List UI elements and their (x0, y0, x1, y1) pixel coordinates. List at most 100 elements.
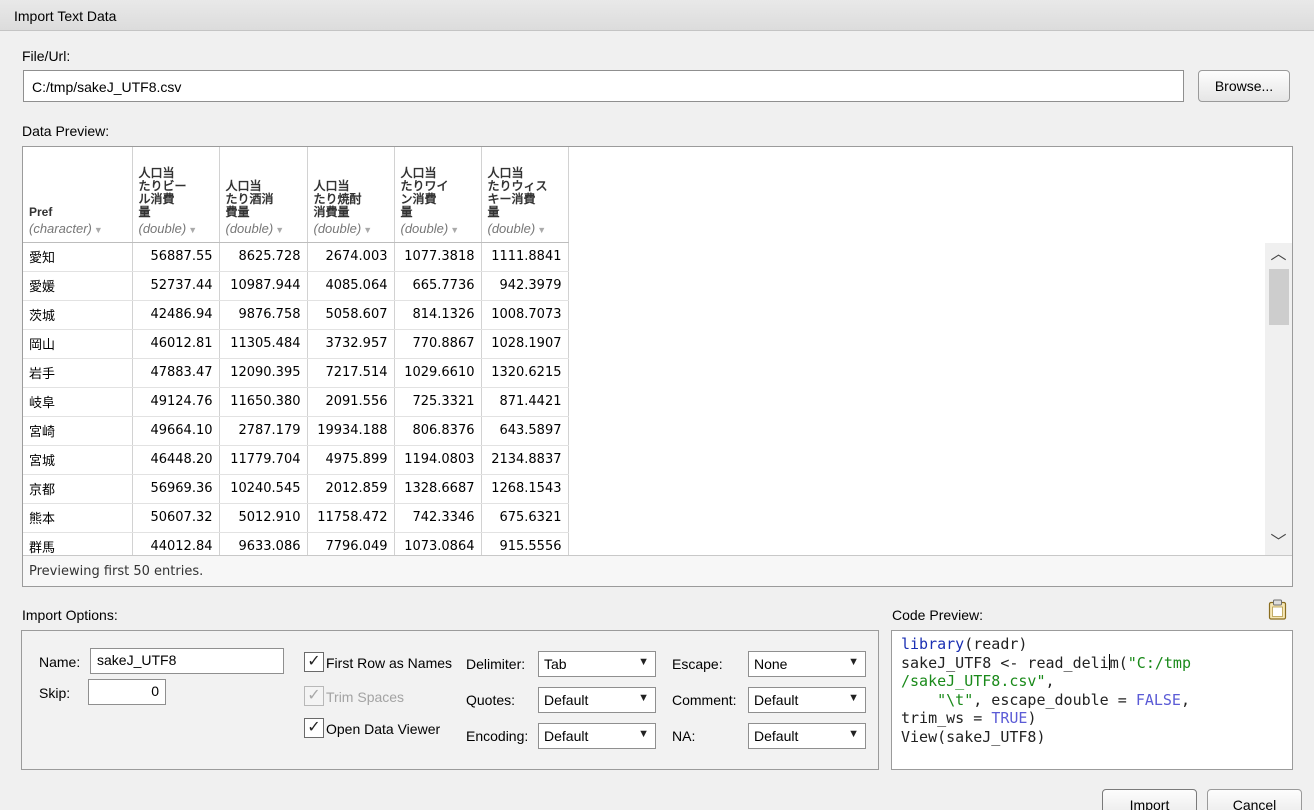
cancel-button[interactable]: Cancel (1207, 789, 1302, 810)
column-type[interactable]: (double) ▼ (401, 222, 477, 237)
column-type[interactable]: (double) ▼ (488, 222, 564, 237)
table-cell: 49664.10 (132, 416, 220, 446)
dropdown-arrow-icon: ▼ (638, 728, 649, 740)
table-cell: 47883.47 (132, 358, 220, 388)
trim-spaces-checkbox[interactable]: ✓ (304, 686, 324, 706)
column-type-dropdown-icon: ▼ (188, 224, 198, 235)
data-preview-label: Data Preview: (22, 123, 110, 139)
open-viewer-label: Open Data Viewer (326, 721, 441, 737)
table-cell: 2787.179 (219, 416, 308, 446)
scroll-down-icon[interactable]: ﹀ (1265, 531, 1292, 555)
table-cell: 1077.3818 (394, 242, 482, 272)
dropdown-arrow-icon: ▼ (638, 656, 649, 668)
file-url-input[interactable]: C:/tmp/sakeJ_UTF8.csv (23, 70, 1184, 102)
table-cell: 1194.0803 (394, 445, 482, 475)
table-cell: 4085.064 (307, 271, 395, 301)
preview-footer: Previewing first 50 entries. (23, 555, 1292, 586)
escape-select[interactable]: None ▼ (748, 651, 866, 677)
code-text: m( (1109, 653, 1128, 672)
code-text: ) (1027, 709, 1037, 727)
column-title: 人口当 たりウィス キー消費 量 (487, 165, 548, 219)
name-input[interactable]: sakeJ_UTF8 (90, 648, 284, 674)
column-type-dropdown-icon: ▼ (93, 224, 103, 235)
table-cell: 3732.957 (307, 329, 395, 359)
code-text: trim_ws = (901, 709, 992, 727)
table-cell: 宮城 (23, 445, 133, 475)
table-cell: 50607.32 (132, 503, 220, 533)
comment-select[interactable]: Default ▼ (748, 687, 866, 713)
import-options-panel: Name: sakeJ_UTF8 Skip: 0 ✓ First Row as … (21, 630, 879, 770)
table-cell: 1029.6610 (394, 358, 482, 388)
first-row-checkbox[interactable]: ✓ (304, 652, 324, 672)
column-header[interactable]: 人口当 たりビー ル消費 量 (double) ▼ (132, 147, 220, 243)
table-cell: 茨城 (23, 300, 133, 330)
dropdown-arrow-icon: ▼ (848, 692, 859, 704)
check-icon: ✓ (307, 653, 321, 670)
table-cell: 10987.944 (219, 271, 308, 301)
na-select[interactable]: Default ▼ (748, 723, 866, 749)
clipboard-icon[interactable] (1268, 599, 1287, 620)
column-header[interactable]: 人口当 たりワイ ン消費 量 (double) ▼ (394, 147, 482, 243)
column-type[interactable]: (double) ▼ (139, 222, 215, 237)
table-cell: 42486.94 (132, 300, 220, 330)
browse-button[interactable]: Browse... (1198, 70, 1290, 102)
import-button[interactable]: Import (1102, 789, 1197, 810)
vertical-scrollbar[interactable]: ︿ ﹀ (1265, 243, 1292, 555)
column-type[interactable]: (double) ▼ (314, 222, 390, 237)
table-cell: 12090.395 (219, 358, 308, 388)
column-title: Pref (29, 204, 53, 219)
table-cell: 愛媛 (23, 271, 133, 301)
data-preview-panel: Pref (character) ▼ 人口当 たりビー ル消費 量 (double) ▼ 人… (22, 146, 1293, 587)
code-preview-label: Code Preview: (892, 607, 984, 623)
column-type-label: (double) (138, 220, 187, 236)
table-cell: 岩手 (23, 358, 133, 388)
table-row: 熊本 50607.32 5012.910 11758.472 742.3346 675.6… (23, 503, 569, 533)
table-cell: 1328.6687 (394, 474, 482, 504)
table-cell: 770.8867 (394, 329, 482, 359)
delimiter-select[interactable]: Tab ▼ (538, 651, 656, 677)
file-url-label: File/Url: (22, 48, 71, 64)
table-row: 京都 56969.36 10240.545 2012.859 1328.6687 1268… (23, 474, 569, 504)
table-cell: 643.5897 (481, 416, 569, 446)
table-cell: 1320.6215 (481, 358, 569, 388)
table-cell: 2674.003 (307, 242, 395, 272)
scroll-thumb[interactable] (1269, 269, 1289, 325)
code-preview-editor[interactable]: library(readr) sakeJ_UTF8 <- read_delim(… (891, 630, 1293, 770)
skip-input[interactable]: 0 (88, 679, 166, 705)
quotes-label: Quotes: (466, 692, 516, 708)
column-header[interactable]: 人口当 たりウィス キー消費 量 (double) ▼ (481, 147, 569, 243)
open-viewer-checkbox[interactable]: ✓ (304, 718, 324, 738)
first-row-label: First Row as Names (326, 655, 453, 671)
encoding-select[interactable]: Default ▼ (538, 723, 656, 749)
delimiter-label: Delimiter: (466, 656, 526, 672)
code-string: /sakeJ_UTF8.csv" (901, 672, 1046, 690)
column-type-label: (double) (225, 220, 274, 236)
table-cell: 5058.607 (307, 300, 395, 330)
encoding-label: Encoding: (466, 728, 529, 744)
name-label: Name: (39, 654, 81, 670)
column-type-label: (character) (29, 220, 92, 236)
title-bar: Import Text Data (0, 0, 1314, 31)
table-header-row: Pref (character) ▼ 人口当 たりビー ル消費 量 (double) ▼ 人… (23, 147, 569, 243)
code-text: View(sakeJ_UTF8) (901, 727, 1046, 746)
column-type[interactable]: (character) ▼ (29, 222, 128, 237)
column-title: 人口当 たりビー ル消費 量 (138, 165, 187, 219)
table-cell: 2091.556 (307, 387, 395, 417)
column-header[interactable]: 人口当 たり焼酎 消費量 (double) ▼ (307, 147, 395, 243)
table-row: 宮崎 49664.10 2787.179 19934.188 806.8376 643.5… (23, 416, 569, 446)
table-row: 愛知 56887.55 8625.728 2674.003 1077.3818 1111.… (23, 242, 569, 272)
table-cell: 7217.514 (307, 358, 395, 388)
column-header[interactable]: Pref (character) ▼ (23, 147, 133, 243)
table-cell: 56887.55 (132, 242, 220, 272)
delimiter-value: Tab (544, 656, 567, 672)
column-header[interactable]: 人口当 たり酒消 費量 (double) ▼ (219, 147, 308, 243)
table-cell: 46012.81 (132, 329, 220, 359)
quotes-select[interactable]: Default ▼ (538, 687, 656, 713)
quotes-value: Default (544, 692, 589, 708)
table-cell: 19934.188 (307, 416, 395, 446)
column-type[interactable]: (double) ▼ (226, 222, 303, 237)
table-body: 愛知 56887.55 8625.728 2674.003 1077.3818 1111.… (23, 242, 569, 562)
table-cell: 2012.859 (307, 474, 395, 504)
scroll-up-icon[interactable]: ︿ (1265, 243, 1292, 267)
table-row: 茨城 42486.94 9876.758 5058.607 814.1326 1008.7… (23, 300, 569, 330)
